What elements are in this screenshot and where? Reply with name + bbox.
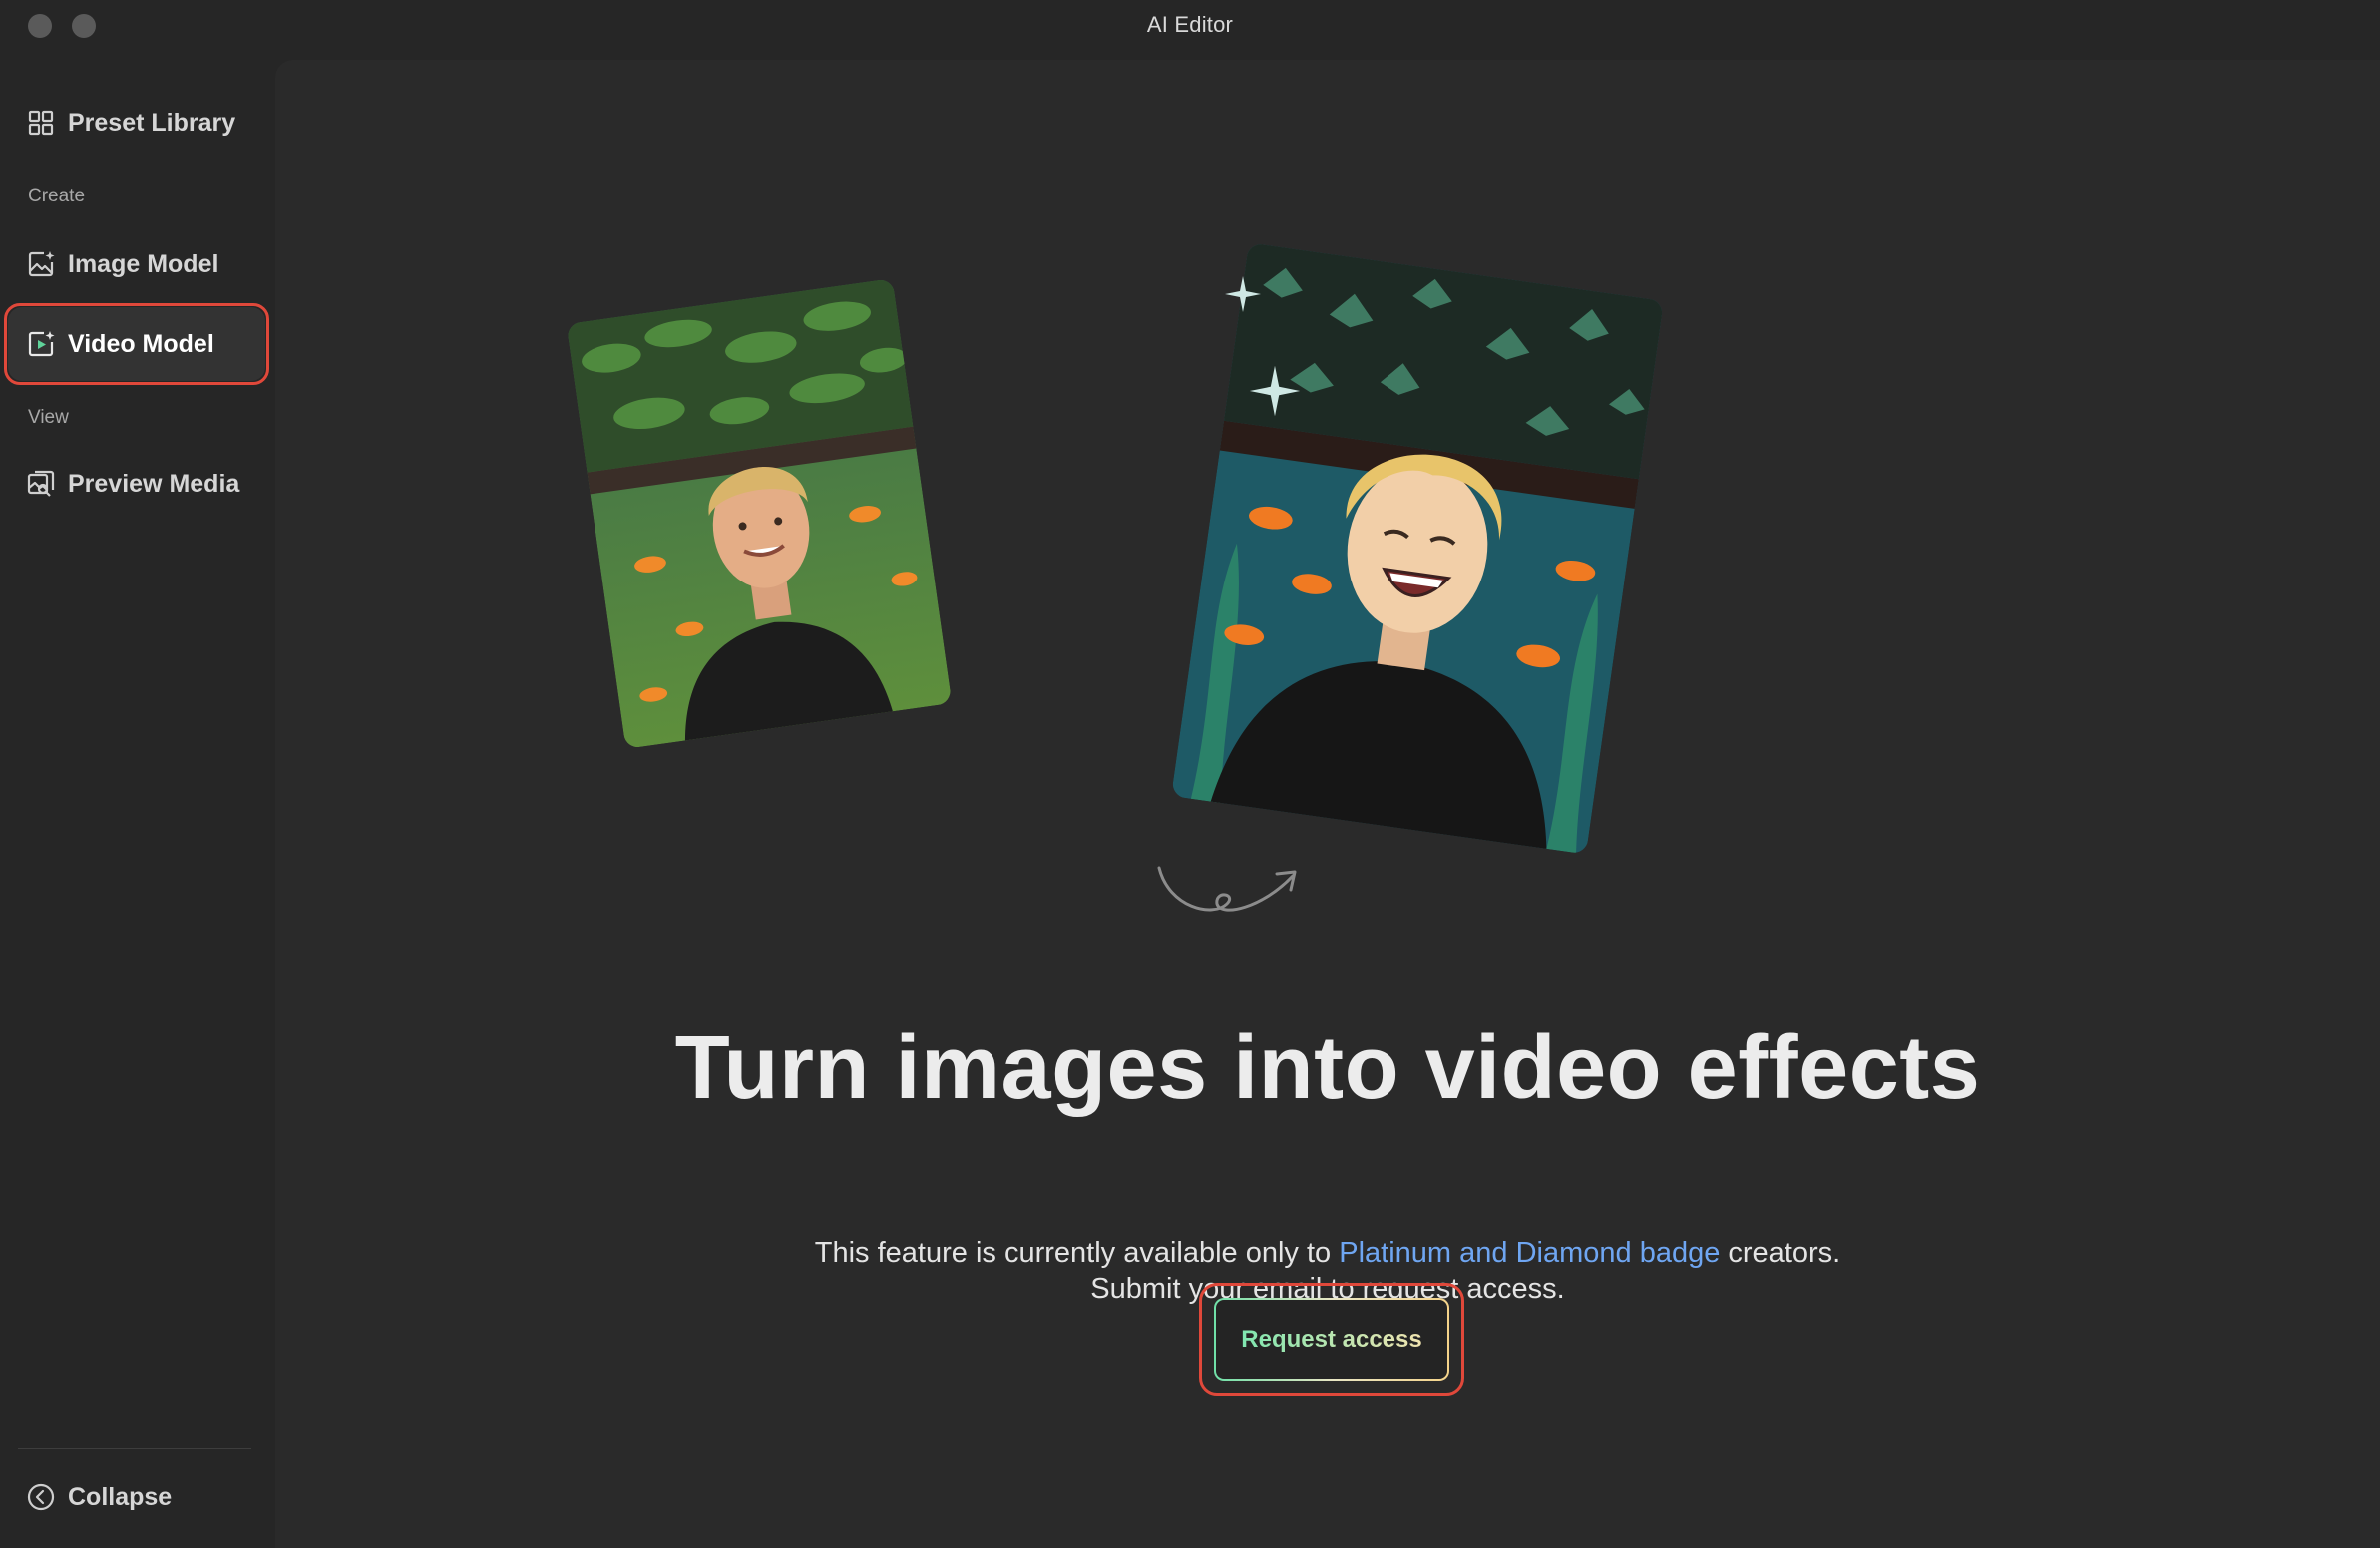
sidebar-item-label: Preset Library bbox=[68, 108, 236, 137]
video-sparkle-icon bbox=[26, 329, 56, 359]
sidebar-item-video-model[interactable]: Video Model bbox=[4, 303, 269, 385]
sidebar-collapse-button[interactable]: Collapse bbox=[8, 1460, 265, 1534]
request-access-button-inner: Request access bbox=[1216, 1300, 1447, 1379]
chevron-left-circle-icon bbox=[26, 1482, 56, 1512]
curly-arrow-icon bbox=[1157, 866, 1297, 912]
description-text: creators. bbox=[1720, 1237, 1841, 1269]
sidebar-item-label: Video Model bbox=[68, 329, 214, 358]
page-headline: Turn images into video effects bbox=[674, 1018, 1981, 1118]
sidebar-item-preset-library[interactable]: Preset Library bbox=[8, 86, 265, 160]
feature-description: This feature is currently available only… bbox=[275, 1237, 2380, 1270]
image-sparkle-icon bbox=[26, 249, 56, 279]
sparkle-icon bbox=[1249, 365, 1301, 417]
request-access-label: Request access bbox=[1241, 1326, 1422, 1353]
app-window: AI Editor Preset Library Create Image Mo… bbox=[0, 0, 2380, 1548]
grid-icon bbox=[26, 108, 56, 138]
description-text: This feature is currently available only… bbox=[814, 1237, 1340, 1269]
sparkle-icon bbox=[1225, 276, 1261, 312]
section-label-create: Create bbox=[28, 186, 86, 206]
section-label-view: View bbox=[28, 407, 69, 428]
sidebar-item-label: Image Model bbox=[68, 249, 219, 278]
title-bar: AI Editor bbox=[0, 0, 2380, 56]
window-title: AI Editor bbox=[1146, 12, 1234, 37]
sidebar-item-label: Preview Media bbox=[68, 469, 240, 498]
badge-link[interactable]: Platinum and Diamond badge bbox=[1339, 1237, 1720, 1269]
main-panel: Turn images into video effects This feat… bbox=[275, 60, 2380, 1548]
request-access-button[interactable]: Request access bbox=[1214, 1298, 1449, 1381]
sidebar: Preset Library Create Image Model Video … bbox=[0, 56, 275, 1548]
sidebar-divider bbox=[18, 1448, 251, 1449]
original-photo-card bbox=[566, 278, 953, 749]
preview-media-icon bbox=[26, 469, 56, 499]
collapse-label: Collapse bbox=[68, 1482, 173, 1511]
sidebar-item-preview-media[interactable]: Preview Media bbox=[8, 447, 265, 521]
anime-style-card bbox=[1171, 242, 1664, 855]
sidebar-item-image-model[interactable]: Image Model bbox=[8, 227, 265, 301]
